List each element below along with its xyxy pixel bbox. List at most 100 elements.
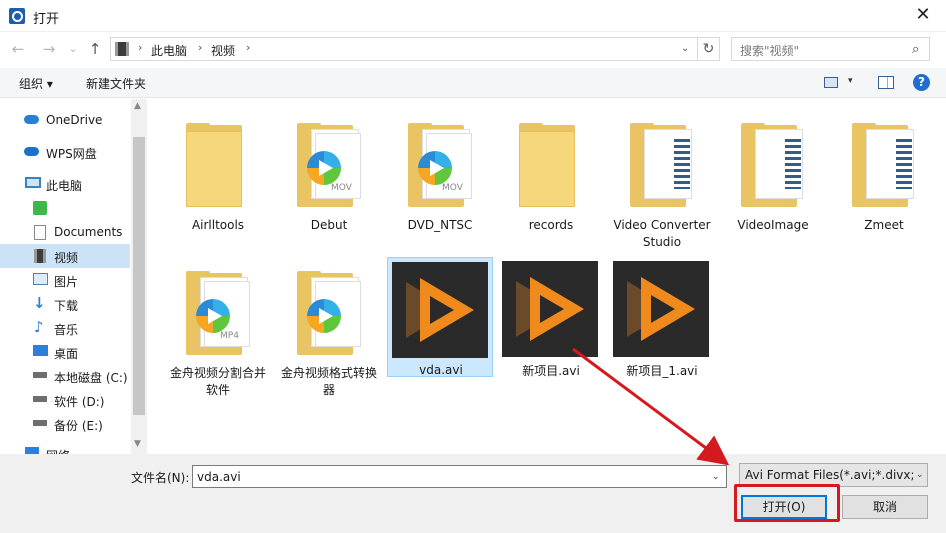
new-folder-button[interactable]: 新建文件夹 — [86, 75, 146, 92]
green-app-icon — [33, 201, 47, 215]
file-name: VideoImage — [737, 218, 809, 232]
file-name: 金舟视频分割合并软件 — [169, 366, 266, 397]
view-options-dropdown[interactable]: ▾ — [848, 76, 853, 86]
file-name: 新项目.avi — [522, 364, 580, 378]
video-folder-icon — [115, 42, 129, 56]
sidebar-item-label: WPS网盘 — [46, 147, 97, 161]
change-view-icon[interactable] — [824, 77, 838, 88]
scroll-thumb[interactable] — [133, 137, 145, 415]
video-thumbnail — [502, 261, 598, 357]
folder-icon — [186, 123, 250, 207]
file-type-dropdown-icon[interactable]: ⌄ — [916, 470, 924, 480]
sidebar-item-this-pc[interactable]: 此电脑 — [0, 172, 130, 196]
sidebar-item-documents[interactable]: Documents — [0, 220, 130, 244]
file-name: DVD_NTSC — [407, 218, 473, 232]
filename-dropdown-icon[interactable]: ⌄ — [712, 472, 720, 482]
network-icon — [25, 447, 39, 454]
help-icon[interactable]: ? — [913, 74, 930, 91]
player-logo-icon — [307, 151, 341, 185]
address-bar[interactable]: › 此电脑 › 视频 › ⌄ — [110, 37, 698, 61]
sidebar-item-drive-e[interactable]: 备份 (E:) — [0, 412, 130, 436]
navigation-pane: OneDrive WPS网盘 此电脑 Documents 视频 图片 ↓ 下载 … — [0, 99, 147, 454]
window-title: 打开 — [33, 12, 60, 27]
up-button[interactable]: ↑ — [86, 39, 104, 59]
file-item-zmeet[interactable]: Zmeet — [831, 111, 937, 232]
sidebar-item-label: Documents — [54, 225, 123, 239]
folder-icon — [519, 123, 583, 207]
file-name: Airlltools — [191, 218, 245, 232]
cloud-icon — [24, 115, 39, 124]
file-type-value: Avi Format Files(*.avi;*.divx;*. — [745, 468, 913, 482]
search-icon[interactable]: ⌕ — [912, 42, 919, 57]
breadcrumb-videos[interactable]: 视频 — [211, 42, 235, 59]
search-input[interactable]: 搜索"视频" ⌕ — [731, 37, 930, 61]
scroll-down-icon[interactable]: ▼ — [134, 439, 141, 449]
document-folder-icon — [852, 123, 916, 207]
file-name: 新项目_1.avi — [626, 364, 698, 378]
file-item-debut[interactable]: MOV Debut — [276, 111, 382, 232]
organize-menu[interactable]: 组织 ▾ — [19, 75, 53, 92]
sidebar-item-wps-cloud[interactable]: WPS网盘 — [0, 140, 130, 164]
breadcrumb-separator[interactable]: › — [198, 41, 202, 54]
drive-icon — [33, 396, 47, 402]
file-list: Airlltools MOV Debut MOV DVD_NTSC record… — [148, 99, 946, 454]
media-folder-icon: MOV — [408, 123, 472, 207]
file-item-video-converter-studio[interactable]: Video Converter Studio — [609, 111, 715, 249]
app-icon — [9, 8, 25, 24]
filename-value[interactable]: vda.avi — [197, 470, 241, 484]
file-item-airlltools[interactable]: Airlltools — [165, 111, 271, 232]
file-item-split-merge-software[interactable]: MP4 金舟视频分割合并软件 — [165, 259, 271, 397]
scroll-up-icon[interactable]: ▲ — [134, 101, 141, 111]
cancel-button[interactable]: 取消 — [842, 495, 928, 519]
sidebar-item-drive-c[interactable]: 本地磁盘 (C:) — [0, 364, 130, 388]
file-item-records[interactable]: records — [498, 111, 604, 232]
breadcrumb-this-pc[interactable]: 此电脑 — [151, 42, 187, 59]
navigation-bar: ← → ⌄ ↑ › 此电脑 › 视频 › ⌄ ↻ 搜索"视频" ⌕ — [0, 34, 946, 64]
player-logo-icon — [196, 299, 230, 333]
preview-pane-icon[interactable] — [878, 76, 894, 89]
title-bar: 打开 ✕ — [0, 0, 946, 32]
sidebar-item-downloads[interactable]: ↓ 下载 — [0, 292, 130, 316]
sidebar-scrollbar[interactable]: ▲ ▼ — [131, 99, 147, 454]
file-item-new-project-1-avi[interactable]: 新项目_1.avi — [609, 257, 715, 378]
bottom-panel: 文件名(N): vda.avi ⌄ Avi Format Files(*.avi… — [0, 454, 946, 533]
video-icon — [34, 249, 46, 263]
sidebar-item-pictures[interactable]: 图片 — [0, 268, 130, 292]
sidebar-item-music[interactable]: ♪ 音乐 — [0, 316, 130, 340]
breadcrumb-separator[interactable]: › — [246, 41, 250, 54]
file-name: Zmeet — [864, 218, 904, 232]
document-folder-icon — [741, 123, 805, 207]
sidebar-item-desktop[interactable]: 桌面 — [0, 340, 130, 364]
sidebar-item-drive-d[interactable]: 软件 (D:) — [0, 388, 130, 412]
file-item-format-converter[interactable]: 金舟视频格式转换器 — [276, 259, 382, 397]
sidebar-item-network[interactable]: 网络 — [0, 442, 130, 454]
file-item-vda-avi[interactable]: vda.avi — [387, 257, 493, 377]
file-item-new-project-avi[interactable]: 新项目.avi — [498, 257, 604, 378]
sidebar-item-label: 桌面 — [54, 347, 79, 361]
sidebar-item-onedrive[interactable]: OneDrive — [0, 108, 130, 132]
close-button[interactable]: ✕ — [900, 0, 946, 32]
recent-locations-button[interactable]: ⌄ — [64, 39, 82, 59]
file-name: records — [528, 218, 574, 232]
open-button[interactable]: 打开(O) — [741, 495, 827, 519]
forward-button[interactable]: → — [40, 39, 58, 59]
sidebar-item-label: 音乐 — [54, 323, 79, 337]
file-item-videoimage[interactable]: VideoImage — [720, 111, 826, 232]
refresh-button[interactable]: ↻ — [698, 37, 720, 61]
desktop-icon — [33, 345, 48, 356]
media-folder-icon: MP4 — [186, 271, 250, 355]
sidebar-item-label: 图片 — [54, 275, 79, 289]
sidebar-item-label: 网络 — [46, 447, 70, 454]
sidebar-item-label: 软件 (D:) — [54, 395, 105, 409]
filename-input[interactable]: vda.avi ⌄ — [192, 465, 727, 488]
sidebar-item-label: OneDrive — [46, 113, 103, 127]
documents-icon — [34, 225, 46, 240]
sidebar-item-app[interactable] — [0, 196, 130, 220]
file-item-dvd-ntsc[interactable]: MOV DVD_NTSC — [387, 111, 493, 232]
player-logo-icon — [307, 299, 341, 333]
sidebar-item-videos[interactable]: 视频 — [0, 244, 130, 268]
file-type-select[interactable]: Avi Format Files(*.avi;*.divx;*. ⌄ — [739, 463, 928, 487]
address-dropdown-icon[interactable]: ⌄ — [681, 43, 689, 54]
back-button[interactable]: ← — [9, 39, 27, 59]
breadcrumb-separator[interactable]: › — [138, 41, 142, 54]
